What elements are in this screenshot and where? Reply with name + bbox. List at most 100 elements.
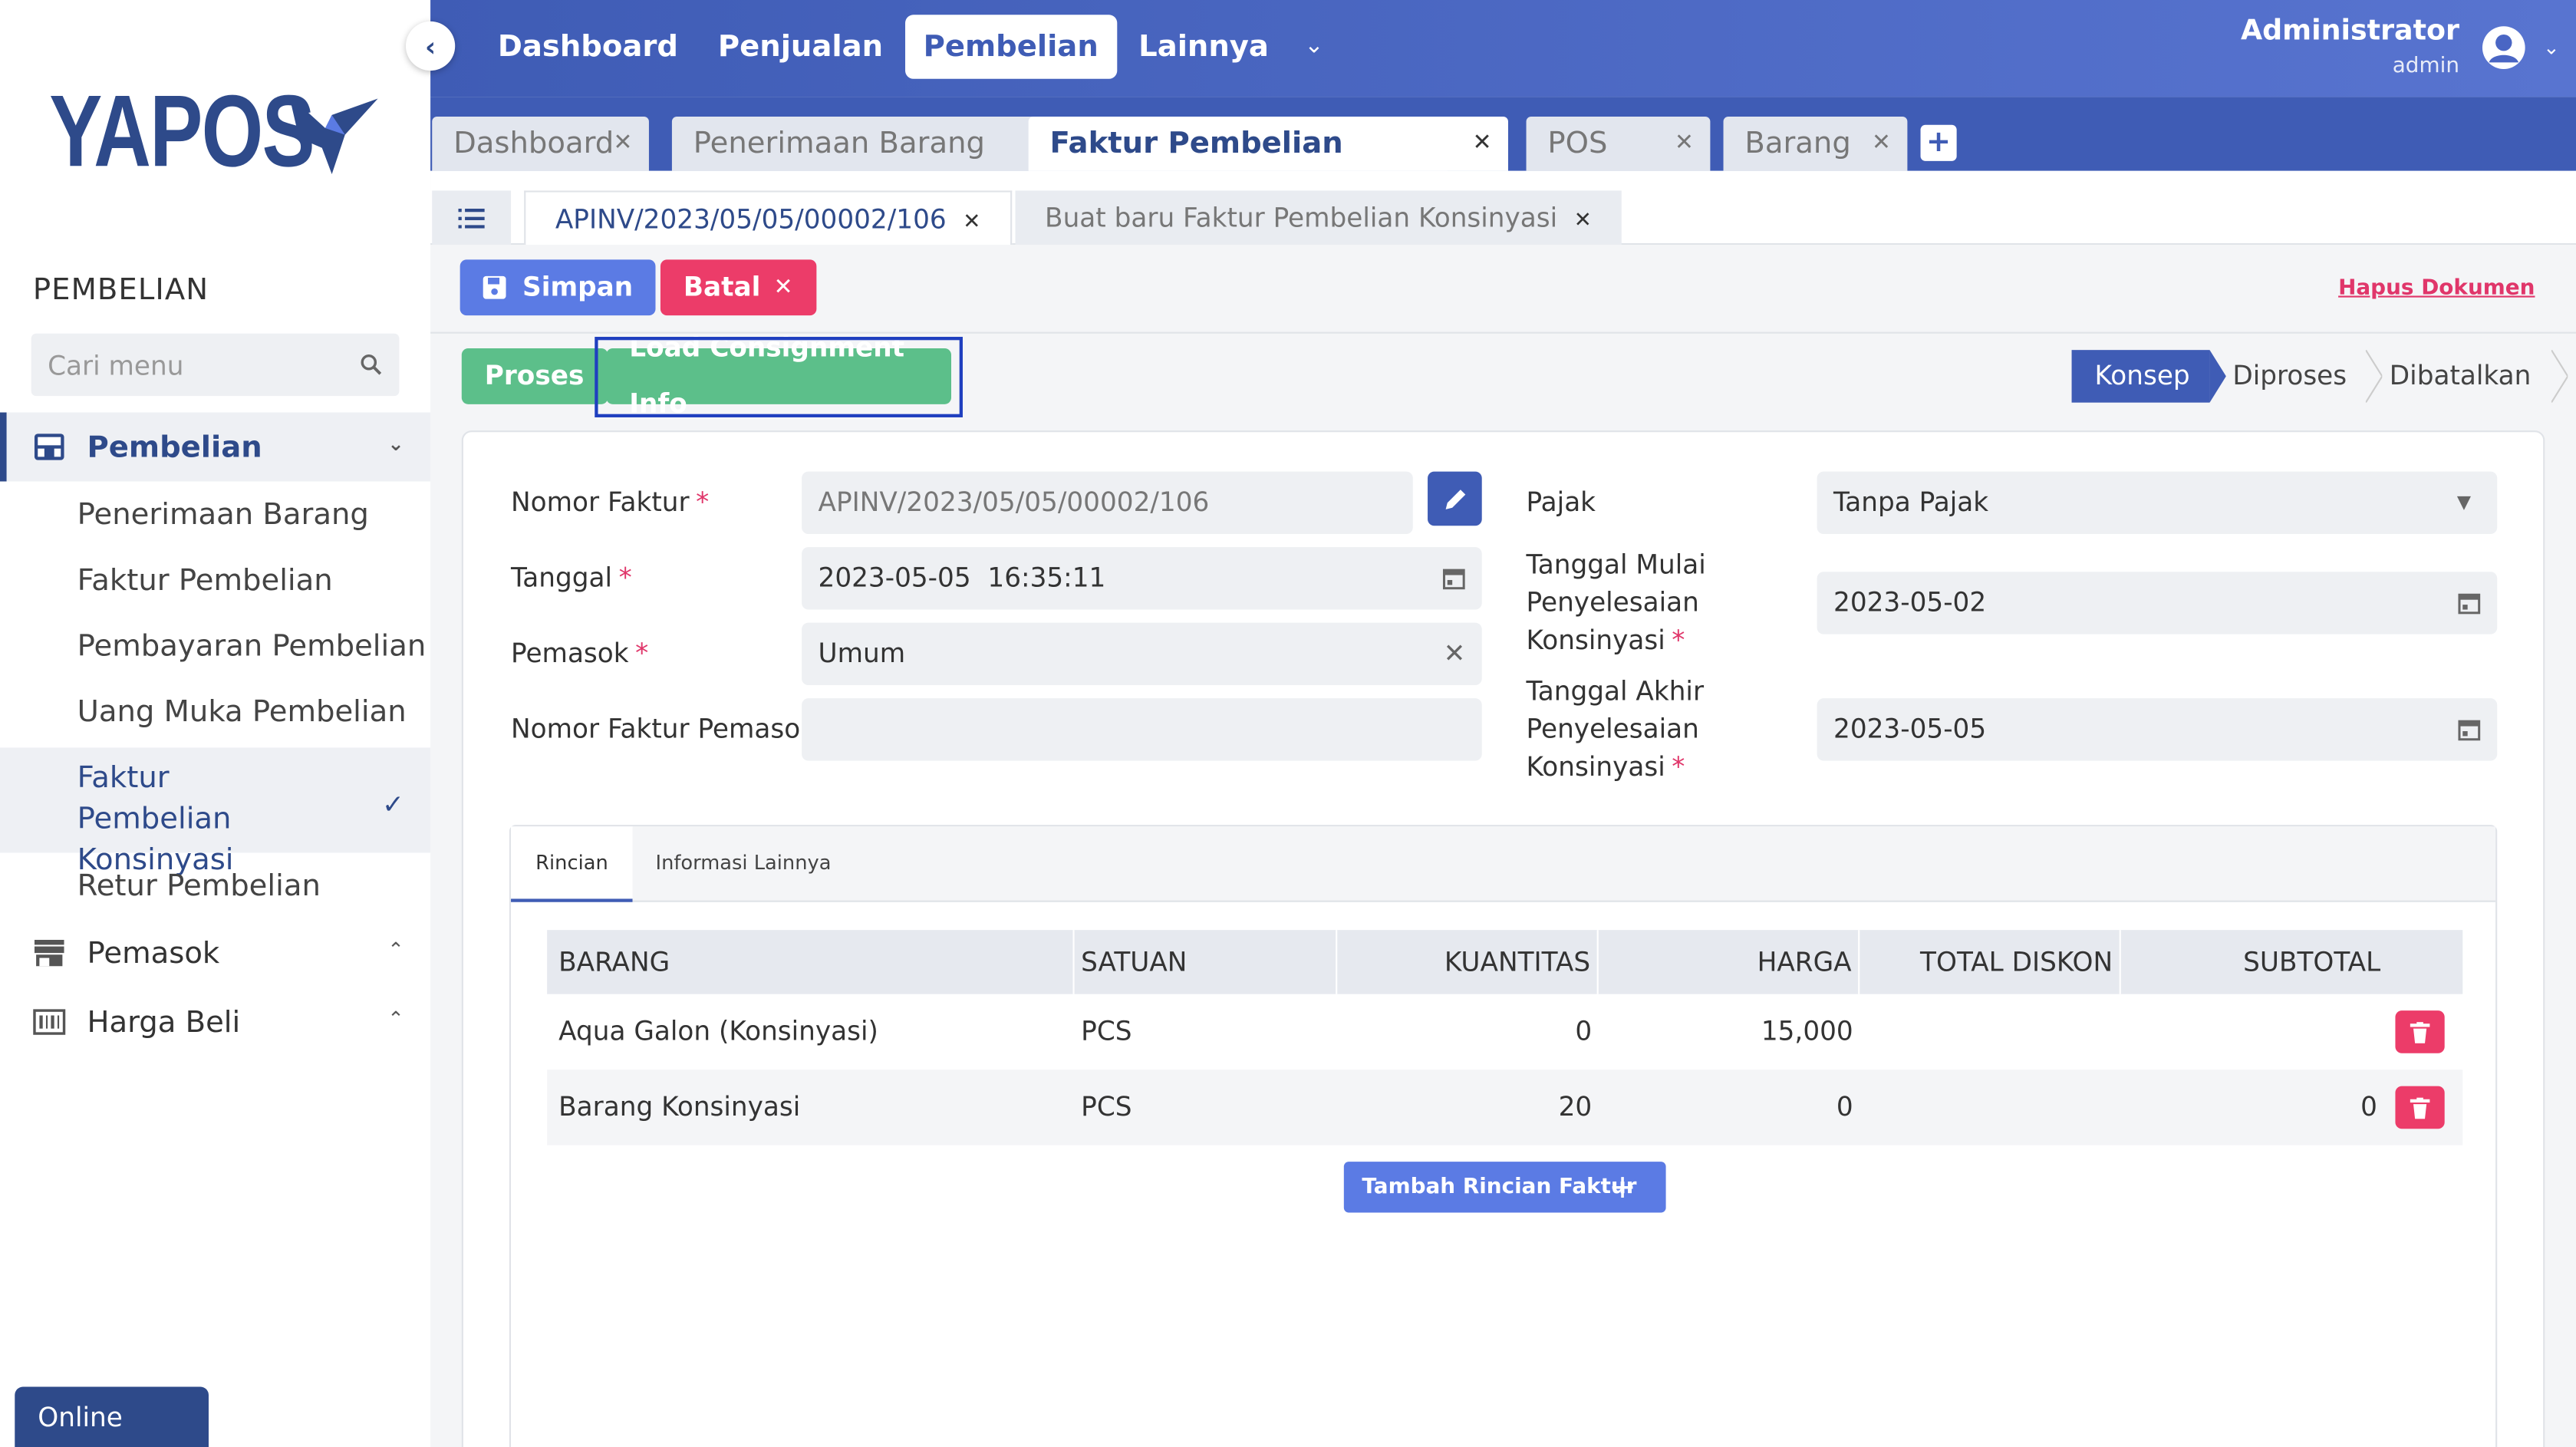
- tab-dashboard[interactable]: Dashboard ✕: [432, 117, 649, 171]
- sidebar-collapse-button[interactable]: ‹: [405, 21, 456, 71]
- app-root: YAPOS PEMBELIAN Cari menu Pembelian ⌄ Pe…: [0, 0, 2576, 1447]
- tab-rincian[interactable]: Rincian: [511, 826, 633, 902]
- close-icon[interactable]: ✕: [1574, 209, 1592, 233]
- nav-pembelian[interactable]: Pembelian: [905, 15, 1117, 79]
- close-icon[interactable]: ✕: [1675, 117, 1694, 171]
- delete-row-button[interactable]: [2395, 1086, 2445, 1129]
- tab-label: Penerimaan Barang: [693, 126, 985, 161]
- calendar-icon[interactable]: [1442, 547, 1465, 615]
- clear-icon[interactable]: ✕: [1444, 623, 1466, 685]
- nav-penjualan[interactable]: Penjualan: [700, 15, 901, 79]
- menu-search-input[interactable]: Cari menu: [31, 333, 400, 397]
- cancel-button[interactable]: Batal ✕: [660, 259, 816, 316]
- nav-lainnya[interactable]: Lainnya: [1121, 15, 1287, 79]
- bird-logo-icon: [288, 95, 378, 175]
- chevron-left-icon: ‹: [425, 30, 436, 62]
- document-tabs: APINV/2023/05/05/00002/106 ✕ Buat baru Fa…: [430, 170, 2576, 246]
- sidebar-item-penerimaan-barang[interactable]: Penerimaan Barang: [0, 495, 430, 536]
- add-tab-button[interactable]: +: [1920, 124, 1957, 161]
- online-status-badge: Online: [15, 1386, 209, 1447]
- calendar-icon[interactable]: [2458, 572, 2481, 639]
- calendar-icon[interactable]: [2458, 698, 2481, 766]
- doc-tab-new[interactable]: Buat baru Faktur Pembelian Konsinyasi ✕: [1015, 190, 1622, 246]
- label-text: Nomor Faktur: [511, 486, 690, 518]
- user-role: admin: [2392, 54, 2459, 79]
- status-stepper: Konsep Diproses Dibatalkan: [2071, 350, 2568, 403]
- table-header: BARANG SATUAN KUANTITAS HARGA TOTAL DISK…: [547, 930, 2463, 994]
- nav-dashboard[interactable]: Dashboard: [479, 15, 696, 79]
- add-row-label: Tambah Rincian Faktur: [1362, 1175, 1637, 1200]
- cell-subtotal: [2121, 994, 2377, 1070]
- top-navbar: Dashboard Penjualan Pembelian Lainnya ⌄ …: [430, 0, 2576, 97]
- doc-tab-current[interactable]: APINV/2023/05/05/00002/106 ✕: [524, 190, 1013, 246]
- step-dibatalkan: Dibatalkan: [2389, 360, 2532, 391]
- close-icon[interactable]: ✕: [1872, 117, 1891, 171]
- col-kuantitas: KUANTITAS: [1337, 930, 1599, 994]
- tab-pos[interactable]: POS ✕: [1526, 117, 1711, 171]
- label-line: Tanggal Mulai: [1526, 549, 1706, 580]
- col-satuan: SATUAN: [1075, 930, 1338, 994]
- brand-name: YAPOS: [49, 75, 315, 190]
- label-line: Konsinyasi *: [1527, 621, 1706, 659]
- delete-document-link[interactable]: Hapus Dokumen: [2338, 276, 2535, 301]
- tab-barang[interactable]: Barang ✕: [1723, 117, 1908, 171]
- label-text: Tanggal: [511, 562, 613, 594]
- tab-label: Barang: [1744, 126, 1851, 161]
- nomor-faktur-field[interactable]: APINV/2023/05/05/00002/106: [802, 471, 1413, 535]
- sidebar-group-pembelian[interactable]: Pembelian ⌄: [0, 412, 431, 482]
- list-icon[interactable]: [432, 190, 512, 246]
- edit-nomor-faktur-button[interactable]: [1428, 471, 1482, 526]
- cell-satuan: PCS: [1081, 1091, 1132, 1122]
- sidebar-group-label: Pembelian: [87, 430, 262, 465]
- pajak-select[interactable]: Tanpa Pajak ▼: [1817, 471, 2498, 535]
- close-icon[interactable]: ✕: [613, 117, 632, 171]
- label-line: Penyelesaian: [1526, 713, 1699, 745]
- label-line: Penyelesaian: [1526, 586, 1699, 618]
- user-name[interactable]: Administrator: [2241, 15, 2459, 48]
- sidebar-item-faktur-pembelian-konsinyasi[interactable]: Faktur Pembelian Konsinyasi ✓: [0, 747, 431, 878]
- nav-more-chevron-icon[interactable]: ⌄: [1304, 33, 1323, 59]
- sidebar-item-uang-muka-pembelian[interactable]: Uang Muka Pembelian: [0, 692, 430, 733]
- search-icon: [361, 354, 382, 375]
- pemasok-field[interactable]: Umum ✕: [802, 622, 1482, 686]
- detail-tabs: Rincian Informasi Lainnya: [511, 826, 2496, 902]
- cell-barang: Barang Konsinyasi: [558, 1091, 801, 1122]
- close-icon[interactable]: ✕: [1472, 117, 1491, 171]
- step-separator: [2551, 350, 2568, 403]
- sidebar-group-harga-beli[interactable]: Harga Beli ⌃: [0, 987, 430, 1056]
- tab-faktur-pembelian-konsinyasi[interactable]: Faktur Pembelian Konsinyasi ✕: [1028, 117, 1508, 216]
- tab-informasi-lainnya[interactable]: Informasi Lainnya: [631, 826, 855, 902]
- plus-icon: +: [1609, 1166, 1637, 1206]
- table-row[interactable]: Aqua Galon (Konsinyasi) PCS 0 15,000: [547, 994, 2462, 1070]
- sidebar-item-faktur-pembelian[interactable]: Faktur Pembelian: [0, 560, 430, 602]
- step-separator: [2366, 350, 2383, 403]
- close-icon[interactable]: ✕: [963, 210, 980, 235]
- add-detail-row-button[interactable]: Tambah Rincian Faktur +: [1343, 1162, 1666, 1213]
- pajak-label: Pajak: [1526, 486, 1596, 518]
- sidebar-item-pembayaran-pembelian[interactable]: Pembayaran Pembelian: [0, 626, 430, 667]
- label-line: Konsinyasi *: [1527, 747, 1704, 785]
- tgl-mulai-value: 2023-05-02: [1833, 586, 1987, 618]
- step-separator: [2209, 350, 2226, 403]
- nomor-faktur-pemasok-field[interactable]: [802, 698, 1482, 761]
- process-button[interactable]: Proses: [461, 348, 608, 404]
- doc-tab-label: Buat baru Faktur Pembelian Konsinyasi: [1045, 202, 1558, 234]
- tgl-mulai-field[interactable]: 2023-05-02: [1817, 572, 2498, 635]
- tgl-akhir-field[interactable]: 2023-05-05: [1817, 698, 2498, 761]
- avatar-icon[interactable]: [2481, 25, 2527, 71]
- tanggal-field[interactable]: 2023-05-05 16:35:11: [802, 547, 1482, 610]
- table-row[interactable]: Barang Konsinyasi PCS 20 0 0: [547, 1070, 2463, 1145]
- sidebar-group-label: Harga Beli: [87, 1004, 241, 1040]
- barcode-icon: [31, 1004, 68, 1040]
- tanggal-value: 2023-05-05 16:35:11: [818, 562, 1106, 594]
- step-diproses: Diproses: [2232, 360, 2347, 391]
- col-barang: BARANG: [547, 930, 1075, 994]
- check-icon: ✓: [382, 788, 404, 820]
- sidebar-group-pemasok[interactable]: Pemasok ⌃: [0, 918, 430, 987]
- save-button[interactable]: Simpan: [460, 259, 657, 316]
- delete-row-button[interactable]: [2395, 1010, 2445, 1053]
- user-menu-chevron-icon[interactable]: ⌄: [2543, 36, 2560, 59]
- sidebar-item-retur-pembelian[interactable]: Retur Pembelian: [0, 866, 430, 908]
- chevron-down-icon: ⌄: [387, 432, 404, 456]
- col-harga: HARGA: [1599, 930, 1860, 994]
